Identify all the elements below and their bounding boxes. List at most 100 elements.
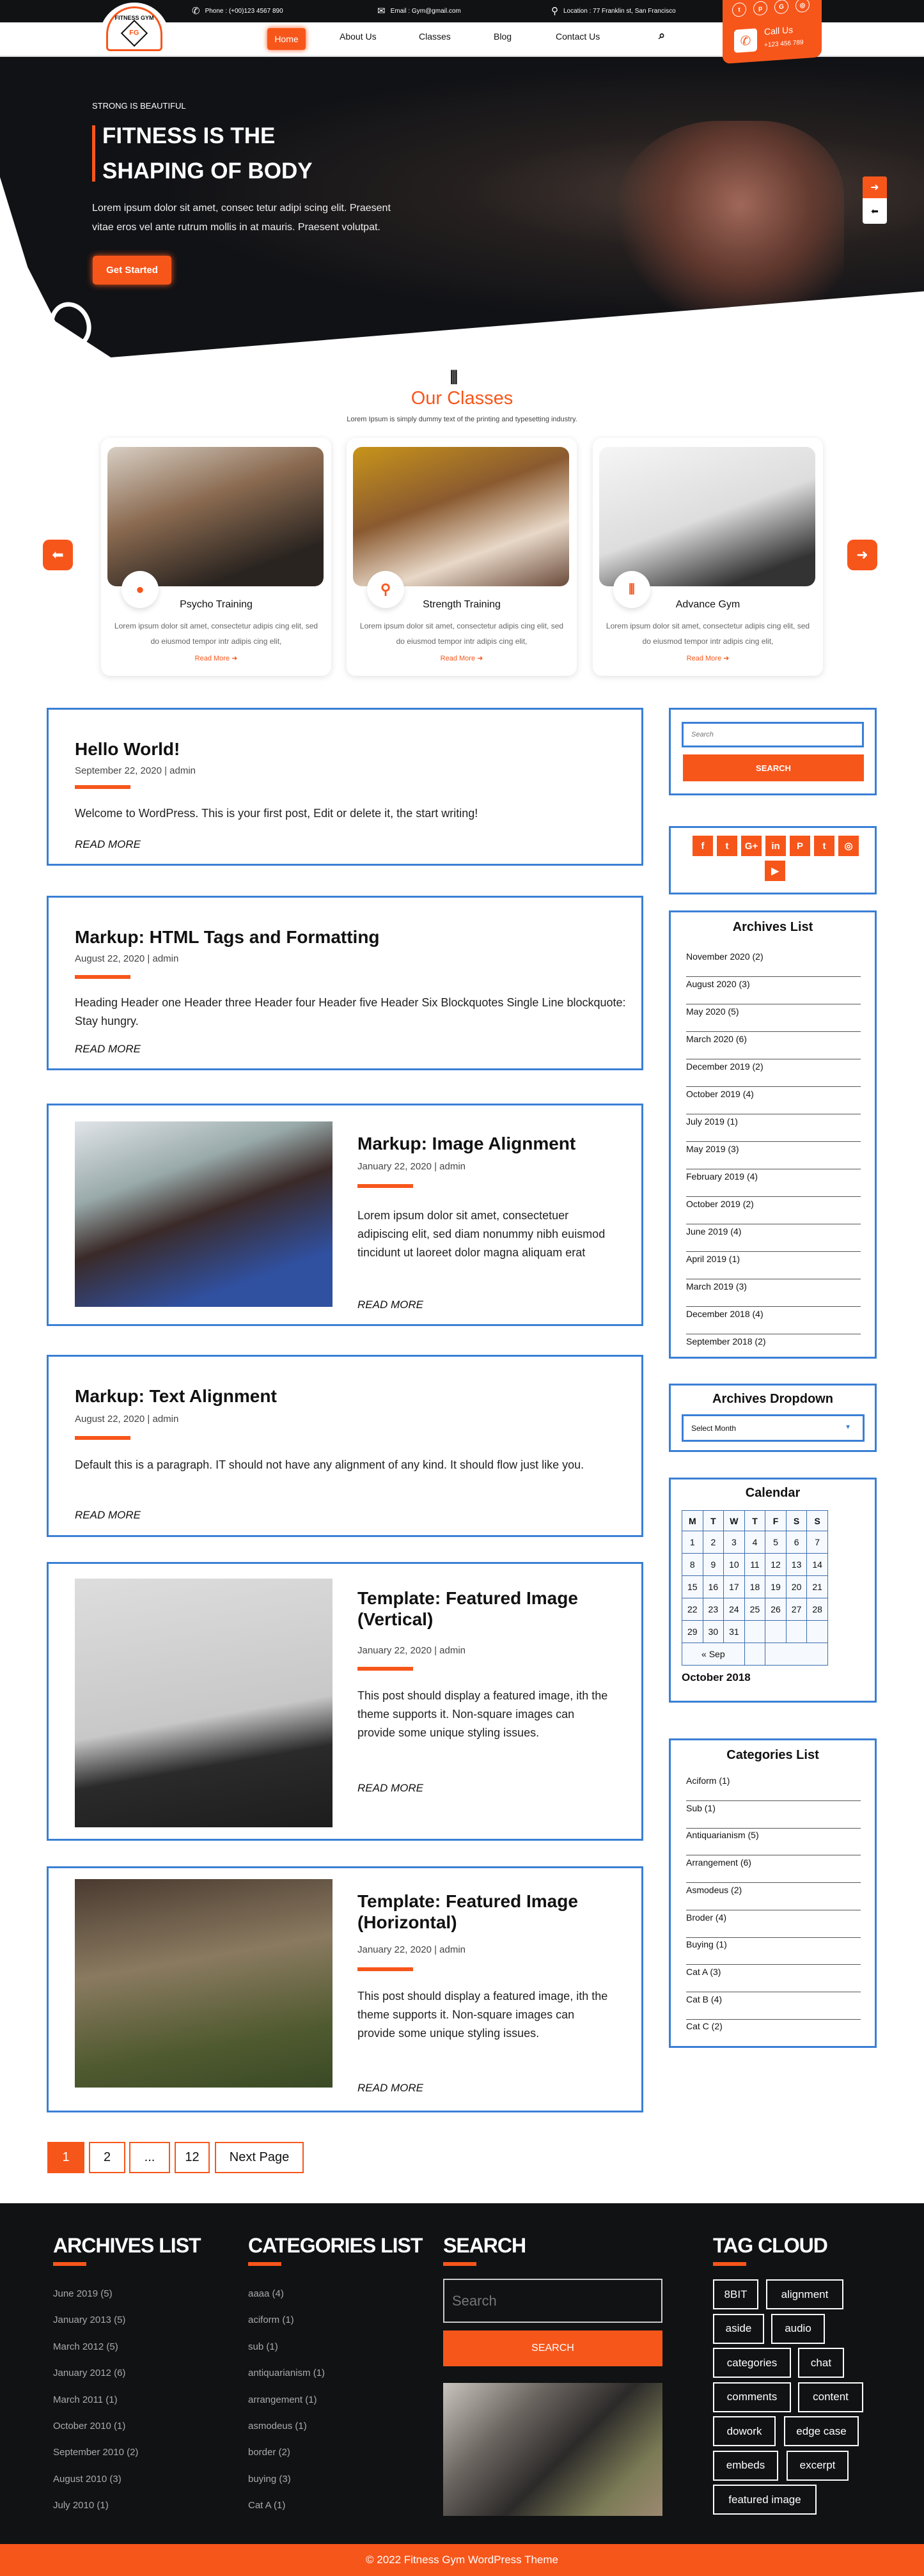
footer-archive-link[interactable]: January 2013 (5) xyxy=(53,2314,125,2325)
post-title[interactable]: Markup: Image Alignment xyxy=(357,1133,613,1154)
post-featured-image[interactable] xyxy=(75,1579,333,1827)
read-more-link[interactable]: READ MORE xyxy=(357,2082,423,2095)
archive-link[interactable]: December 2018 (4) xyxy=(686,1307,861,1334)
category-link[interactable]: Asmodeus (2) xyxy=(686,1883,861,1910)
category-link[interactable]: Aciform (1) xyxy=(686,1774,861,1801)
tag-link[interactable]: dowork xyxy=(713,2416,776,2446)
tag-link[interactable]: alignment xyxy=(766,2279,843,2309)
footer-archive-link[interactable]: October 2010 (1) xyxy=(53,2421,125,2432)
pinterest-icon[interactable]: p xyxy=(753,1,767,16)
next-page-button[interactable]: Next Page xyxy=(215,2142,304,2173)
nav-classes[interactable]: Classes xyxy=(419,31,451,42)
category-link[interactable]: Arrangement (6) xyxy=(686,1855,861,1884)
youtube-icon[interactable]: ▶ xyxy=(765,861,785,881)
class-card[interactable]: ● Psycho Training Lorem ipsum dolor sit … xyxy=(101,438,331,676)
read-more-link[interactable]: READ MORE xyxy=(75,1509,141,1522)
tag-link[interactable]: comments xyxy=(713,2382,791,2412)
sidebar-search-button[interactable]: SEARCH xyxy=(683,754,864,781)
tag-link[interactable]: chat xyxy=(798,2348,844,2378)
footer-archive-link[interactable]: March 2011 (1) xyxy=(53,2394,118,2405)
calendar-prev-link[interactable]: « Sep xyxy=(682,1643,745,1666)
archive-link[interactable]: October 2019 (2) xyxy=(686,1197,861,1224)
select-month-dropdown[interactable]: Select Month ▼ xyxy=(682,1414,865,1442)
category-link[interactable]: Cat B (4) xyxy=(686,1992,861,2020)
category-link[interactable]: Cat C (2) xyxy=(686,2019,861,2047)
sidebar-search-input[interactable] xyxy=(682,722,864,747)
footer-category-link[interactable]: aciform (1) xyxy=(248,2314,294,2325)
post-featured-image[interactable] xyxy=(75,1879,333,2088)
class-read-more-link[interactable]: Read More ➜ xyxy=(101,654,331,662)
category-link[interactable]: Buying (1) xyxy=(686,1937,861,1965)
pinterest-icon[interactable]: P xyxy=(790,836,810,856)
tag-link[interactable]: excerpt xyxy=(787,2450,849,2481)
post-title[interactable]: Template: Featured Image (Vertical) xyxy=(357,1588,613,1630)
class-read-more-link[interactable]: Read More ➜ xyxy=(593,654,823,662)
footer-category-link[interactable]: border (2) xyxy=(248,2447,290,2458)
classes-prev-button[interactable]: ⬅ xyxy=(43,540,73,570)
classes-next-button[interactable]: ➜ xyxy=(847,540,877,570)
footer-category-link[interactable]: Cat A (1) xyxy=(248,2500,285,2511)
search-icon[interactable]: ⌕ xyxy=(659,29,665,42)
archive-link[interactable]: May 2019 (3) xyxy=(686,1142,861,1169)
footer-category-link[interactable]: antiquarianism (1) xyxy=(248,2368,325,2378)
footer-archive-link[interactable]: June 2019 (5) xyxy=(53,2288,113,2299)
footer-category-link[interactable]: asmodeus (1) xyxy=(248,2421,307,2432)
google-plus-icon[interactable]: G+ xyxy=(741,836,762,856)
archive-link[interactable]: March 2020 (6) xyxy=(686,1032,861,1059)
footer-archive-link[interactable]: August 2010 (3) xyxy=(53,2474,121,2485)
tag-link[interactable]: categories xyxy=(713,2348,791,2378)
instagram-icon[interactable]: ◎ xyxy=(795,0,810,13)
footer-category-link[interactable]: arrangement (1) xyxy=(248,2394,317,2405)
footer-category-link[interactable]: buying (3) xyxy=(248,2474,291,2485)
footer-archive-link[interactable]: January 2012 (6) xyxy=(53,2368,125,2378)
archive-link[interactable]: September 2018 (2) xyxy=(686,1334,861,1362)
read-more-link[interactable]: READ MORE xyxy=(357,1782,423,1795)
tag-link[interactable]: content xyxy=(798,2382,863,2412)
linkedin-icon[interactable]: in xyxy=(765,836,786,856)
tag-link[interactable]: 8BIT xyxy=(713,2279,758,2309)
nav-contact-us[interactable]: Contact Us xyxy=(556,31,600,42)
nav-blog[interactable]: Blog xyxy=(494,31,512,42)
instagram-icon[interactable]: ◎ xyxy=(838,836,859,856)
footer-archive-link[interactable]: March 2012 (5) xyxy=(53,2341,118,2352)
footer-archive-link[interactable]: July 2010 (1) xyxy=(53,2500,109,2511)
footer-category-link[interactable]: sub (1) xyxy=(248,2341,278,2352)
read-more-link[interactable]: READ MORE xyxy=(75,838,141,851)
category-link[interactable]: Antiquarianism (5) xyxy=(686,1828,861,1856)
twitter-icon[interactable]: t xyxy=(732,2,746,17)
get-started-button[interactable]: Get Started xyxy=(93,256,171,285)
post-title[interactable]: Hello World! xyxy=(75,738,631,760)
read-more-link[interactable]: READ MORE xyxy=(357,1299,423,1311)
tumblr-icon[interactable]: t xyxy=(814,836,834,856)
footer-search-button[interactable]: SEARCH xyxy=(443,2330,662,2366)
archive-link[interactable]: April 2019 (1) xyxy=(686,1252,861,1279)
post-featured-image[interactable] xyxy=(75,1121,333,1307)
nav-about-us[interactable]: About Us xyxy=(340,31,377,42)
read-more-link[interactable]: READ MORE xyxy=(75,1043,141,1056)
archive-link[interactable]: February 2019 (4) xyxy=(686,1169,861,1197)
facebook-icon[interactable]: f xyxy=(693,836,713,856)
archive-link[interactable]: March 2019 (3) xyxy=(686,1279,861,1307)
page-2[interactable]: ... xyxy=(129,2142,170,2173)
archive-link[interactable]: June 2019 (4) xyxy=(686,1224,861,1252)
tag-link[interactable]: featured image xyxy=(713,2485,817,2515)
google-icon[interactable]: G xyxy=(774,0,788,15)
archive-link[interactable]: November 2020 (2) xyxy=(686,949,861,977)
arrow-left-icon[interactable]: ⬅ xyxy=(863,198,887,224)
twitter-icon[interactable]: t xyxy=(717,836,737,856)
category-link[interactable]: Broder (4) xyxy=(686,1910,861,1938)
footer-category-link[interactable]: aaaa (4) xyxy=(248,2288,284,2299)
post-title[interactable]: Template: Featured Image (Horizontal) xyxy=(357,1891,613,1933)
page-3[interactable]: 12 xyxy=(175,2142,210,2173)
arrow-right-icon[interactable]: ➜ xyxy=(863,176,887,198)
post-title[interactable]: Markup: HTML Tags and Formatting xyxy=(75,926,631,948)
class-card[interactable]: ⚲ Strength Training Lorem ipsum dolor si… xyxy=(347,438,577,676)
archive-link[interactable]: July 2019 (1) xyxy=(686,1114,861,1142)
page-1[interactable]: 2 xyxy=(89,2142,125,2173)
archive-link[interactable]: October 2019 (4) xyxy=(686,1087,861,1114)
class-read-more-link[interactable]: Read More ➜ xyxy=(347,654,577,662)
tag-link[interactable]: embeds xyxy=(713,2450,778,2481)
category-link[interactable]: Sub (1) xyxy=(686,1801,861,1829)
category-link[interactable]: Cat A (3) xyxy=(686,1965,861,1992)
archive-link[interactable]: May 2020 (5) xyxy=(686,1004,861,1032)
